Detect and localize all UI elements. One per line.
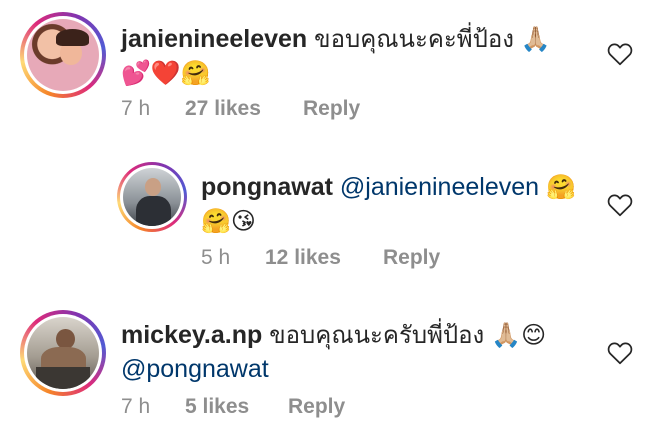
comment-meta: 7 h 5 likes Reply: [121, 395, 345, 419]
comment-meta: 5 h 12 likes Reply: [201, 246, 440, 270]
heart-outline-icon[interactable]: [607, 341, 633, 365]
avatar[interactable]: [20, 12, 106, 98]
likes-count[interactable]: 5 likes: [185, 395, 288, 419]
hug-emoji: 🤗: [545, 173, 576, 201]
heart-outline-icon[interactable]: [607, 42, 633, 66]
username[interactable]: pongnawat: [201, 173, 333, 201]
pray-smile-emoji: 🙏🏼😊: [491, 321, 547, 349]
likes-count[interactable]: 27 likes: [185, 97, 303, 121]
comment-text: ขอบคุณนะคะพี่ป้อง: [314, 25, 514, 53]
hug-kiss-emoji: 🤗😘: [201, 207, 256, 235]
avatar[interactable]: [20, 310, 106, 396]
comment-meta: 7 h 27 likes Reply: [121, 97, 360, 121]
timestamp: 7 h: [121, 395, 151, 418]
comment-text-line: pongnawat @janienineeleven 🤗: [201, 170, 576, 204]
username[interactable]: mickey.a.np: [121, 321, 262, 349]
hearts-hug-emoji: 💕❤️🤗: [121, 59, 211, 87]
reply-button[interactable]: Reply: [303, 97, 360, 121]
username[interactable]: janienineeleven: [121, 25, 307, 53]
reply-button[interactable]: Reply: [288, 395, 345, 419]
comment-text-line: janienineeleven ขอบคุณนะคะพี่ป้อง 🙏🏼: [121, 22, 551, 56]
mention-link[interactable]: @janienineeleven: [340, 173, 539, 201]
emoji-line: 💕❤️🤗: [121, 56, 211, 90]
heart-outline-icon[interactable]: [607, 193, 633, 217]
timestamp: 7 h: [121, 97, 151, 120]
comment-text-line: mickey.a.np ขอบคุณนะครับพี่ป้อง 🙏🏼😊: [121, 318, 546, 352]
comment-text: ขอบคุณนะครับพี่ป้อง: [269, 321, 485, 349]
mention-link[interactable]: @pongnawat: [121, 355, 269, 383]
mention-line: @pongnawat: [121, 352, 269, 386]
reply-button[interactable]: Reply: [383, 246, 440, 270]
likes-count[interactable]: 12 likes: [265, 246, 383, 270]
timestamp: 5 h: [201, 246, 231, 269]
pray-emoji: 🙏🏼: [520, 25, 551, 53]
avatar[interactable]: [117, 162, 187, 232]
emoji-line: 🤗😘: [201, 204, 256, 238]
